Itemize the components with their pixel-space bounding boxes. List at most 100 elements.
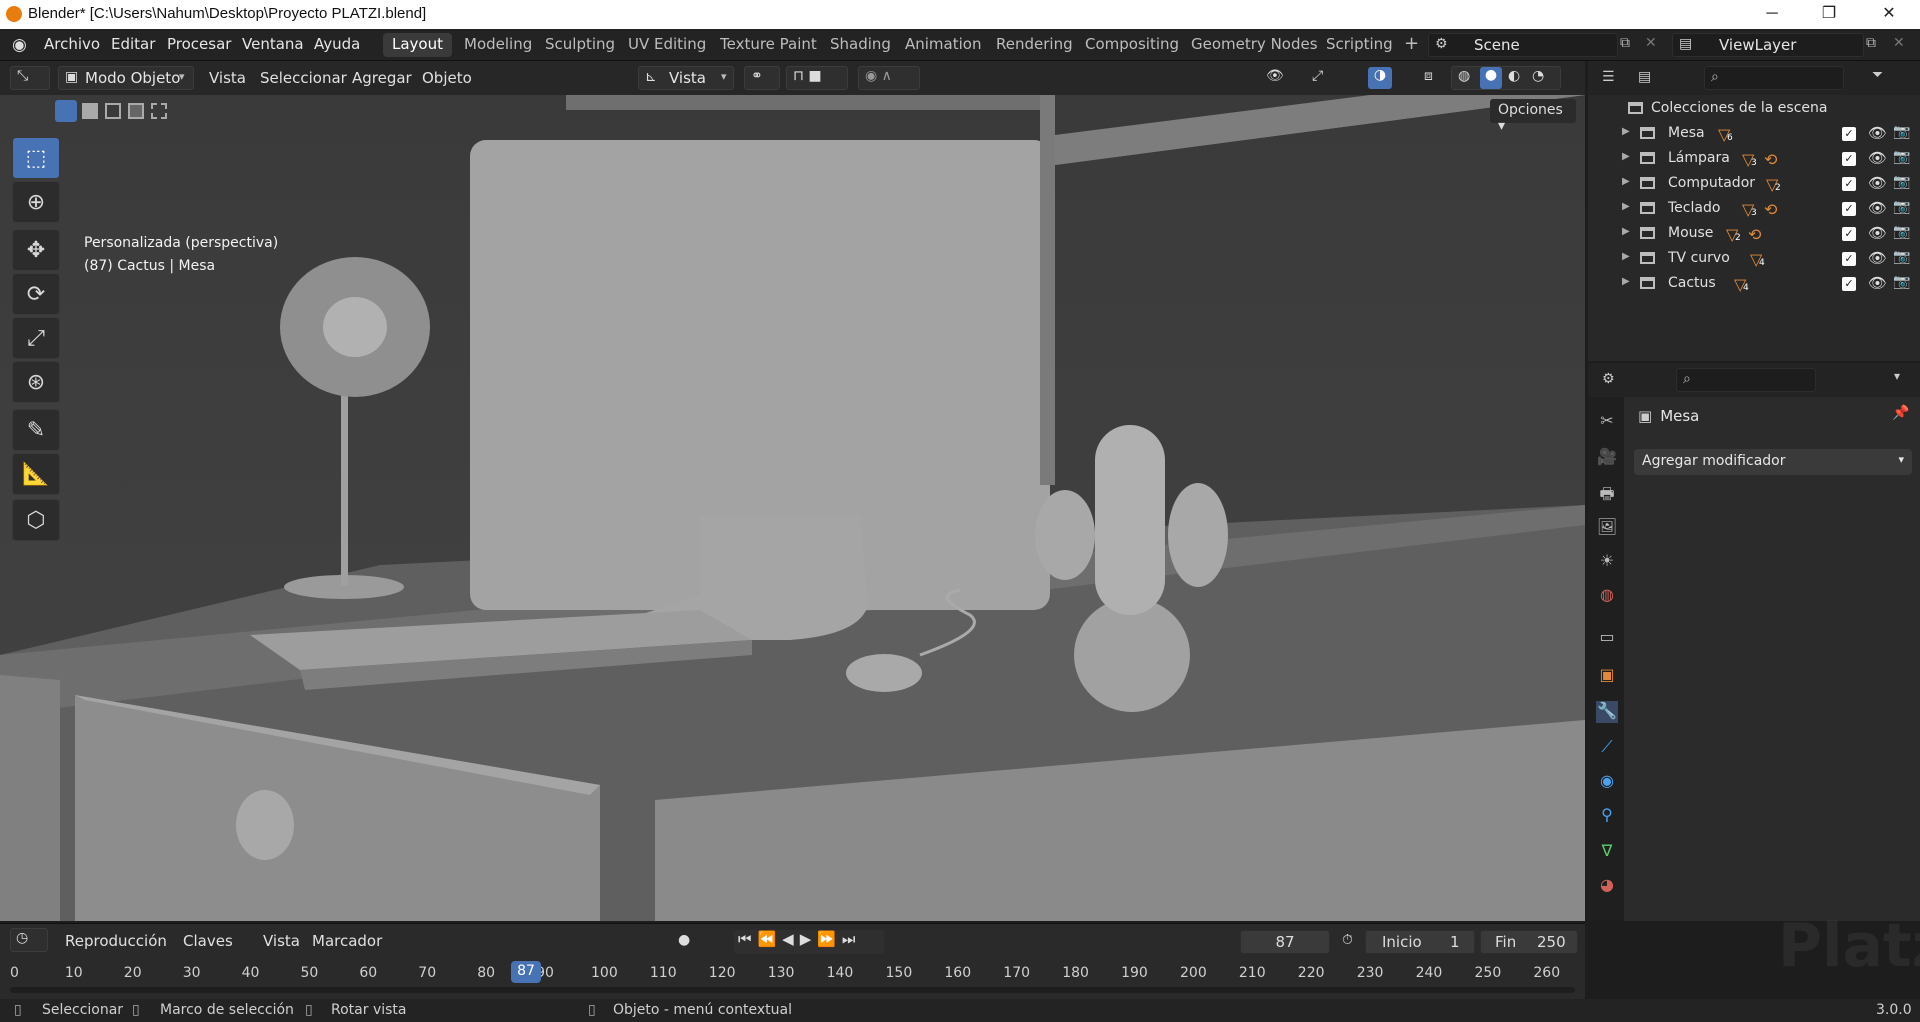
tab-rendering[interactable]: Rendering <box>987 33 1082 57</box>
eye-icon[interactable]: 👁 <box>1868 124 1887 142</box>
eye-icon[interactable]: 👁 <box>1868 224 1887 242</box>
exclude-checkbox[interactable]: ✓ <box>1842 152 1856 166</box>
tab-geometry-nodes[interactable]: Geometry Nodes <box>1182 33 1327 57</box>
rendered-shading-icon[interactable]: ◔ <box>1532 68 1544 84</box>
menu-ventana[interactable]: Ventana <box>242 35 304 53</box>
minimize-button[interactable]: ─ <box>1743 0 1801 29</box>
move-tool[interactable]: ✥ <box>12 229 60 271</box>
options-dropdown[interactable]: Opciones ▾ <box>1490 99 1576 134</box>
material-tab-icon[interactable]: ◕ <box>1596 875 1618 897</box>
tab-sculpting[interactable]: Sculpting <box>536 33 624 57</box>
modifier-tab-icon[interactable]: 🔧 <box>1596 701 1618 723</box>
eye-icon[interactable]: 👁 <box>1868 149 1887 167</box>
expand-arrow-icon[interactable]: ▶ <box>1622 251 1630 262</box>
select-invert-icon[interactable] <box>128 103 144 119</box>
menu-seleccionar[interactable]: Seleccionar <box>260 69 347 87</box>
camera-icon[interactable]: 📷 <box>1893 274 1910 290</box>
particles-tab-icon[interactable]: ⟋ <box>1596 737 1618 759</box>
proportional-edit-button[interactable]: ◉ ∧ <box>858 66 920 90</box>
add-workspace-button[interactable]: + <box>1395 31 1428 55</box>
select-intersect-icon[interactable] <box>151 103 167 119</box>
camera-icon[interactable]: 📷 <box>1893 124 1910 140</box>
constraints-tab-icon[interactable]: ⚲ <box>1596 805 1618 827</box>
tab-animation[interactable]: Animation <box>896 33 990 57</box>
gizmo-icon[interactable]: ⤢ <box>1312 68 1323 84</box>
outliner-row[interactable]: ▶ Lámpara ▽ 3 ⟲ ✓ 👁 📷 <box>1588 146 1920 171</box>
expand-arrow-icon[interactable]: ▶ <box>1622 276 1630 287</box>
menu-vista[interactable]: Vista <box>209 69 246 87</box>
mode-selector[interactable]: ▣ Modo Objeto ▾ <box>58 66 194 90</box>
tab-uv-editing[interactable]: UV Editing <box>619 33 715 57</box>
menu-editar[interactable]: Editar <box>111 35 155 53</box>
eye-icon[interactable]: 👁 <box>1868 199 1887 217</box>
visibility-icon[interactable]: 👁 <box>1266 68 1284 84</box>
new-scene-icon[interactable]: ⧉ <box>1620 35 1630 51</box>
tab-shading[interactable]: Shading <box>821 33 900 57</box>
tab-texture-paint[interactable]: Texture Paint <box>711 33 826 57</box>
chevron-down-icon[interactable]: ▾ <box>1894 369 1900 383</box>
playhead[interactable]: 87 <box>511 961 541 983</box>
menu-agregar[interactable]: Agregar <box>352 69 412 87</box>
xray-icon[interactable]: ⧈ <box>1424 68 1433 84</box>
exclude-checkbox[interactable]: ✓ <box>1842 277 1856 291</box>
render-tab-icon[interactable]: 🎥 <box>1596 447 1618 469</box>
delete-viewlayer-icon[interactable]: ✕ <box>1893 35 1905 51</box>
wireframe-shading-icon[interactable]: ◍ <box>1458 68 1470 84</box>
physics-tab-icon[interactable]: ◉ <box>1596 771 1618 793</box>
object-tab-icon[interactable]: ▣ <box>1596 665 1618 687</box>
outliner-row[interactable]: ▶ Mouse ▽ 2 ⟲ ✓ 👁 📷 <box>1588 221 1920 246</box>
overlays-icon[interactable]: ◑ <box>1368 67 1392 89</box>
camera-icon[interactable]: 📷 <box>1893 199 1910 215</box>
exclude-checkbox[interactable]: ✓ <box>1842 127 1856 141</box>
rotate-tool[interactable]: ⟳ <box>12 273 60 315</box>
outliner-row[interactable]: ▶ TV curvo ▽ 4 ✓ 👁 📷 <box>1588 246 1920 271</box>
output-tab-icon[interactable]: 🖶 <box>1596 483 1618 505</box>
add-cube-tool[interactable]: ⬡ <box>12 499 60 541</box>
display-mode-icon[interactable]: ▤ <box>1638 69 1651 85</box>
tab-layout[interactable]: Layout <box>383 33 452 57</box>
delete-scene-icon[interactable]: ✕ <box>1645 35 1657 51</box>
viewlayer-selector[interactable]: ▤ ViewLayer <box>1672 33 1864 57</box>
measure-tool[interactable]: 📐 <box>12 453 60 495</box>
tab-scripting[interactable]: Scripting <box>1317 33 1402 57</box>
scene-collection-row[interactable]: Colecciones de la escena <box>1628 100 1827 116</box>
annotate-tool[interactable]: ✎ <box>12 409 60 451</box>
snap-button[interactable]: ⊓ ■ <box>786 66 848 90</box>
animation-icon[interactable]: ⟲ <box>1764 150 1777 169</box>
expand-arrow-icon[interactable]: ▶ <box>1622 201 1630 212</box>
close-button[interactable]: ✕ <box>1860 0 1918 29</box>
properties-editor-icon[interactable]: ⚙ <box>1602 371 1615 387</box>
pin-icon[interactable]: 📌 <box>1892 405 1909 421</box>
eye-icon[interactable]: 👁 <box>1868 249 1887 267</box>
3d-viewport[interactable]: Personalizada (perspectiva) (87) Cactus … <box>0 95 1585 921</box>
outliner-row[interactable]: ▶ Computador ▽ 2 ✓ 👁 📷 <box>1588 171 1920 196</box>
exclude-checkbox[interactable]: ✓ <box>1842 177 1856 191</box>
animation-icon[interactable]: ⟲ <box>1764 200 1777 219</box>
pivot-button[interactable]: ⚭ <box>744 66 780 90</box>
exclude-checkbox[interactable]: ✓ <box>1842 227 1856 241</box>
camera-icon[interactable]: 📷 <box>1893 174 1910 190</box>
blender-menu-icon[interactable]: ◉ <box>12 35 27 55</box>
expand-arrow-icon[interactable]: ▶ <box>1622 126 1630 137</box>
view-layer-tab-icon[interactable]: 🖼 <box>1596 517 1618 539</box>
collection-tab-icon[interactable]: ▭ <box>1596 627 1618 649</box>
outliner-search-input[interactable]: ⌕ <box>1704 66 1844 90</box>
exclude-checkbox[interactable]: ✓ <box>1842 252 1856 266</box>
maximize-button[interactable]: ❐ <box>1800 0 1858 29</box>
transform-orientation-selector[interactable]: ⊾ Vista ▾ <box>638 66 734 90</box>
filter-icon[interactable]: ⏷ <box>1872 67 1883 83</box>
editor-type-button[interactable]: ⤡ <box>10 66 50 90</box>
exclude-checkbox[interactable]: ✓ <box>1842 202 1856 216</box>
animation-icon[interactable]: ⟲ <box>1748 225 1761 244</box>
select-extend-icon[interactable] <box>82 103 98 119</box>
outliner-row[interactable]: ▶ Teclado ▽ 3 ⟲ ✓ 👁 📷 <box>1588 196 1920 221</box>
camera-icon[interactable]: 📷 <box>1893 249 1910 265</box>
scene-selector[interactable]: ⚙ Scene <box>1428 33 1618 57</box>
material-shading-icon[interactable]: ◐ <box>1508 68 1520 84</box>
select-subtract-icon[interactable] <box>105 103 121 119</box>
solid-shading-icon[interactable]: ● <box>1480 67 1502 89</box>
tool-tab-icon[interactable]: ✂ <box>1596 411 1618 433</box>
world-tab-icon[interactable]: ◍ <box>1596 585 1618 607</box>
tab-compositing[interactable]: Compositing <box>1076 33 1188 57</box>
eye-icon[interactable]: 👁 <box>1868 274 1887 292</box>
